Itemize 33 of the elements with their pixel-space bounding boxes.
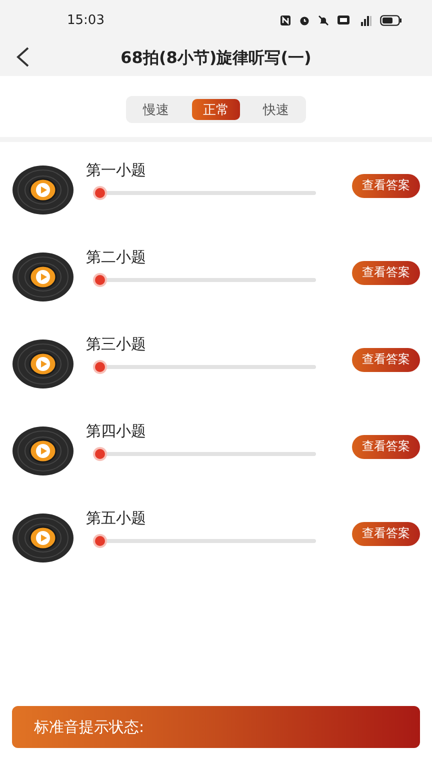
slider-thumb[interactable] <box>95 536 105 546</box>
speed-tab[interactable]: 快速 <box>252 99 300 120</box>
vinyl-play-icon[interactable] <box>12 338 74 388</box>
slider-thumb[interactable] <box>95 362 105 372</box>
view-answer-button[interactable]: 查看答案 <box>352 348 420 372</box>
battery-icon <box>380 14 402 26</box>
status-label: 标准音提示状态: <box>34 718 144 736</box>
hd-icon <box>337 15 350 25</box>
status-time: 15:03 <box>67 12 104 28</box>
question-title: 第一小题 <box>86 161 147 180</box>
view-answer-button[interactable]: 查看答案 <box>352 522 420 546</box>
vinyl-play-icon[interactable] <box>12 426 74 476</box>
speed-tab[interactable]: 慢速 <box>132 99 180 120</box>
question-title: 第二小题 <box>86 248 147 267</box>
question-title: 第四小题 <box>86 422 147 441</box>
question-title: 第五小题 <box>86 509 147 528</box>
page-title: 68拍(8小节)旋律听写(一) <box>120 48 312 68</box>
nfc-icon <box>280 14 291 26</box>
speed-tab[interactable]: 正常 <box>192 99 240 120</box>
slider-thumb[interactable] <box>95 188 105 198</box>
slider-thumb[interactable] <box>95 449 105 459</box>
view-answer-button[interactable]: 查看答案 <box>352 434 420 458</box>
vinyl-play-icon[interactable] <box>12 512 74 562</box>
back-icon[interactable] <box>16 46 30 68</box>
view-answer-button[interactable]: 查看答案 <box>352 260 420 284</box>
slider-thumb[interactable] <box>95 275 105 285</box>
vinyl-play-icon[interactable] <box>12 164 74 214</box>
view-answer-button[interactable]: 查看答案 <box>352 174 420 198</box>
signal-icon <box>358 14 372 26</box>
bell-off-icon <box>318 14 329 26</box>
vinyl-play-icon[interactable] <box>12 252 74 302</box>
alarm-icon <box>299 14 310 26</box>
question-title: 第三小题 <box>86 335 147 354</box>
